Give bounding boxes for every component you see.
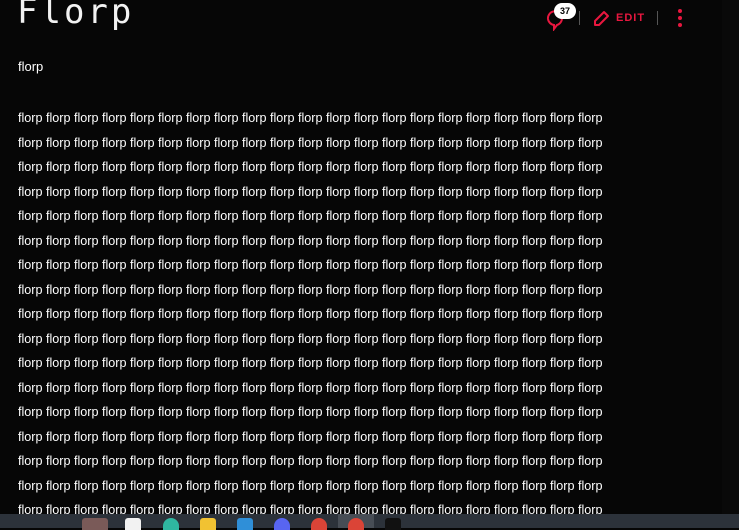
store-icon[interactable] xyxy=(125,518,141,530)
edit-button[interactable]: EDIT xyxy=(592,9,645,27)
body-line: florp florp florp florp florp florp flor… xyxy=(18,184,603,199)
body-text: florp florp florp florp florp florp flor… xyxy=(18,106,718,523)
body-line: florp florp florp florp florp florp flor… xyxy=(18,380,603,395)
body-line: florp florp florp florp florp florp flor… xyxy=(18,331,603,346)
body-line: florp florp florp florp florp florp flor… xyxy=(18,454,603,468)
header-actions: 37 EDIT xyxy=(545,3,683,32)
page-title: Florp xyxy=(17,0,135,32)
file-explorer-icon[interactable] xyxy=(200,518,216,530)
body-line: florp florp florp florp florp florp flor… xyxy=(18,258,603,272)
pencil-icon xyxy=(594,11,609,26)
body-line: florp florp florp florp florp florp flor… xyxy=(18,135,603,150)
body-line: florp florp florp florp florp florp flor… xyxy=(18,356,603,370)
divider xyxy=(657,11,659,25)
more-options-icon[interactable] xyxy=(678,9,683,27)
castle-wallpaper-icon[interactable] xyxy=(82,518,108,530)
body-line: florp florp florp florp florp florp flor… xyxy=(18,160,603,174)
body-line: florp florp florp florp florp florp flor… xyxy=(18,111,603,125)
scrollbar-track[interactable] xyxy=(722,0,739,514)
taskbar xyxy=(0,514,739,530)
body-line: florp florp florp florp florp florp flor… xyxy=(18,233,603,248)
body-line: florp florp florp florp florp florp flor… xyxy=(18,209,603,223)
body-line: florp florp florp florp florp florp flor… xyxy=(18,282,603,297)
subtitle: florp xyxy=(18,59,44,74)
comment-count-badge: 37 xyxy=(554,3,576,19)
body-line: florp florp florp florp florp florp flor… xyxy=(18,478,603,493)
comments-button[interactable]: 37 xyxy=(545,3,576,32)
chrome-icon[interactable] xyxy=(311,518,327,530)
divider xyxy=(579,11,580,25)
discord-icon[interactable] xyxy=(274,518,290,530)
chrome-active-icon[interactable] xyxy=(348,518,364,530)
body-line: florp florp florp florp florp florp flor… xyxy=(18,429,603,444)
body-line: florp florp florp florp florp florp flor… xyxy=(18,307,603,321)
edit-label: EDIT xyxy=(616,12,646,24)
body-line: florp florp florp florp florp florp flor… xyxy=(18,405,603,419)
photos-icon[interactable] xyxy=(237,518,253,530)
edge-icon[interactable] xyxy=(163,518,179,530)
app-icon[interactable] xyxy=(385,518,401,530)
